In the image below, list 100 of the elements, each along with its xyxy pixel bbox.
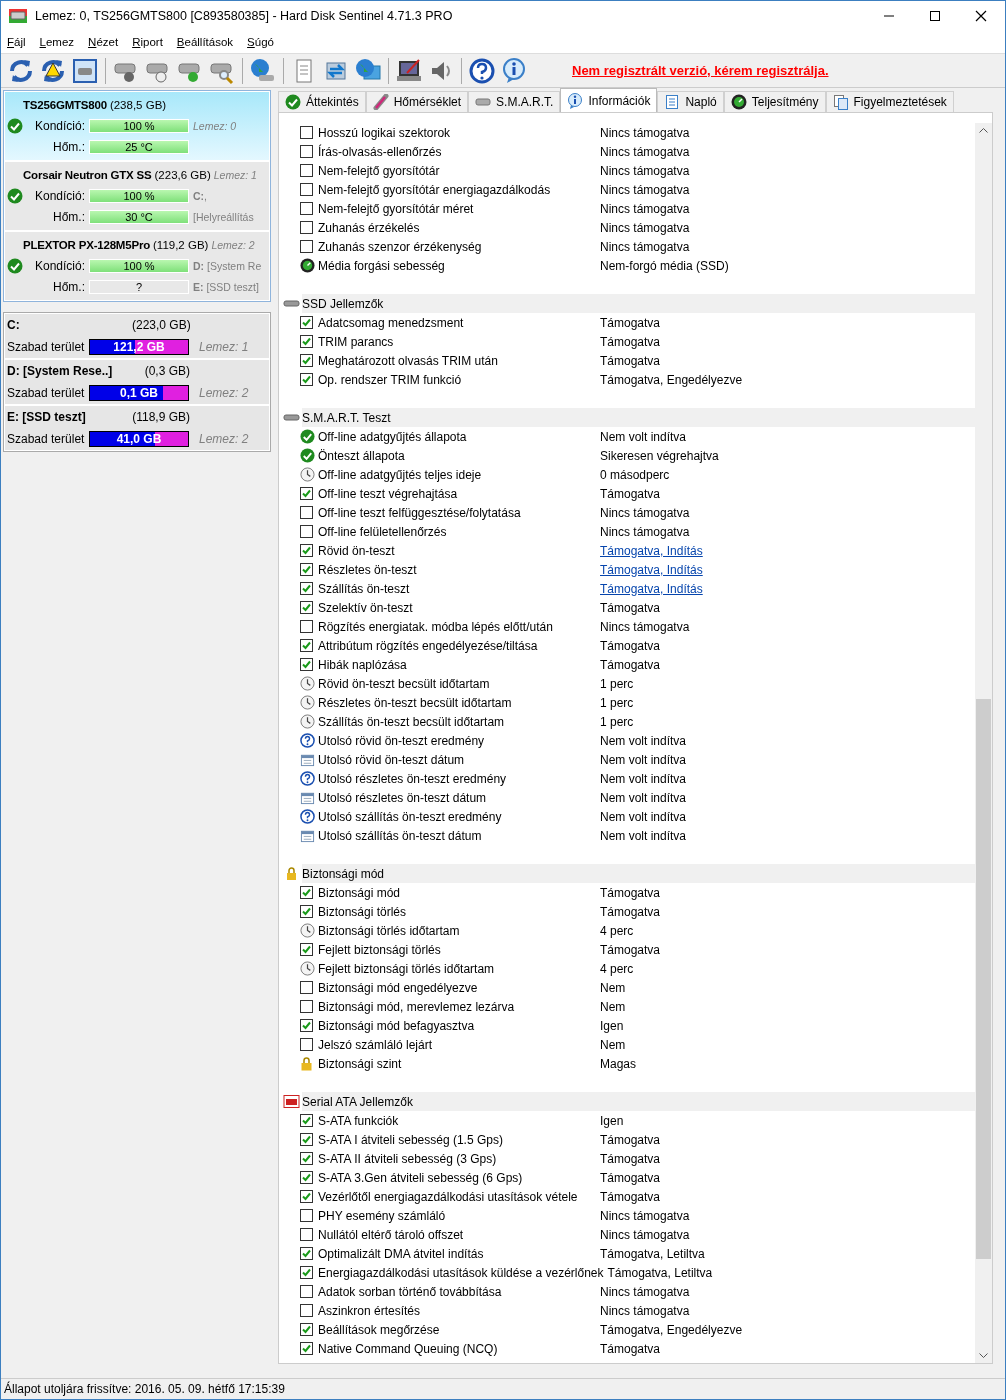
property-name: PHY esemény számláló [318, 1208, 447, 1223]
checkbox[interactable] [300, 1285, 313, 1298]
partition-size: (223,0 GB) [132, 317, 190, 332]
menu-item[interactable]: Riport [131, 36, 176, 48]
checkbox[interactable] [300, 335, 313, 348]
menu-item[interactable]: Lemez [38, 36, 88, 48]
test-link[interactable]: Támogatva, Indítás [600, 581, 703, 596]
checkbox[interactable] [300, 1000, 313, 1013]
disk-card[interactable]: Corsair Neutron GTX SS (223,6 GB) Lemez: 1 Kondíció: 100 % C:, Hőm.: 30 °C [Helyreállítás [5, 162, 269, 230]
checkbox[interactable] [300, 506, 313, 519]
maximize-icon[interactable] [929, 10, 941, 22]
clock-icon [300, 467, 315, 482]
test-link[interactable]: Támogatva, Indítás [600, 562, 703, 577]
tab[interactable]: Figyelmeztetések [825, 91, 954, 112]
checkbox[interactable] [300, 1152, 313, 1165]
checkbox[interactable] [300, 487, 313, 500]
partition-name: D: [System Rese..] [7, 363, 114, 378]
property-name: Attribútum rögzítés engedélyezése/tiltása [318, 638, 539, 653]
checkbox[interactable] [300, 183, 313, 196]
tab[interactable]: Hőmérséklet [365, 91, 469, 112]
help-icon [300, 733, 315, 748]
checkbox[interactable] [300, 1342, 313, 1355]
checkbox[interactable] [300, 202, 313, 215]
checkbox[interactable] [300, 1323, 313, 1336]
scroll-up-icon[interactable] [979, 127, 988, 133]
menu-item[interactable]: Beállítások [175, 36, 247, 48]
checkbox[interactable] [300, 145, 313, 158]
menu-item[interactable]: Nézet [87, 36, 132, 48]
tab[interactable]: S.M.A.R.T. [468, 91, 561, 112]
disk-card[interactable]: TS256GMTS800 (238,5 GB) Kondíció: 100 % Lemez: 0 Hőm.: 25 °C [5, 92, 269, 160]
checkbox[interactable] [300, 601, 313, 614]
checkbox[interactable] [300, 981, 313, 994]
property-value: Támogatva [600, 657, 661, 672]
property-value: Támogatva [600, 600, 661, 615]
property-name: Zuhanás érzékelés [318, 220, 421, 235]
checkbox[interactable] [300, 1304, 313, 1317]
test-link[interactable]: Támogatva, Indítás [600, 543, 703, 558]
partition-card[interactable]: D: [System Rese..] (0,3 GB) Szabad terület 0,1 GB Lemez: 2 [5, 360, 269, 404]
checkbox[interactable] [300, 1266, 313, 1279]
scrollbar-thumb[interactable] [976, 699, 991, 1259]
checkbox[interactable] [300, 1114, 313, 1127]
checkbox[interactable] [300, 1133, 313, 1146]
checkbox[interactable] [300, 620, 313, 633]
property-value: Támogatva [600, 638, 661, 653]
checkbox[interactable] [300, 563, 313, 576]
info-icon[interactable] [500, 56, 528, 85]
close-icon[interactable] [975, 10, 987, 22]
property-value: Nem [600, 1037, 626, 1052]
checkbox[interactable] [300, 943, 313, 956]
checkbox[interactable] [300, 164, 313, 177]
checkbox[interactable] [300, 240, 313, 253]
checkbox[interactable] [300, 1247, 313, 1260]
checkbox[interactable] [300, 639, 313, 652]
checkbox[interactable] [300, 354, 313, 367]
checkbox[interactable] [300, 1228, 313, 1241]
checkbox[interactable] [300, 905, 313, 918]
property-value: Nincs támogatva [600, 144, 690, 159]
tab[interactable]: Információk [560, 88, 658, 112]
tab[interactable]: Napló [657, 91, 724, 112]
drive-icon[interactable] [71, 56, 99, 85]
property-name: Szelektív ön-teszt [318, 600, 414, 615]
check-icon [285, 94, 301, 110]
checkbox[interactable] [300, 1209, 313, 1222]
checkbox[interactable] [300, 126, 313, 139]
section-header: S.M.A.R.T. Teszt [302, 408, 975, 427]
drive-icon [283, 411, 300, 424]
help-icon[interactable] [468, 56, 496, 85]
checkbox[interactable] [300, 1038, 313, 1051]
menu-item[interactable]: Fájl [6, 36, 39, 48]
temperature-label: Hőm.: [52, 210, 85, 224]
property-name: Biztonsági törlés időtartam [318, 923, 461, 938]
checkbox[interactable] [300, 886, 313, 899]
property-name: Vezérlőtől energiagazdálkodási utasítások vétele [318, 1189, 579, 1204]
property-name: Szállítás ön-teszt [318, 581, 411, 596]
checkbox[interactable] [300, 373, 313, 386]
condition-reading: 100 % [123, 120, 155, 132]
disk-side-text: C:, [193, 190, 208, 202]
tab[interactable]: Teljesítmény [723, 91, 826, 112]
checkbox[interactable] [300, 316, 313, 329]
checkbox[interactable] [300, 658, 313, 671]
tab[interactable]: Áttekintés [278, 91, 366, 112]
disk-card[interactable]: PLEXTOR PX-128M5Pro (119,2 GB) Lemez: 2 Kondíció: 100 % D: [System Re Hőm.: ? E: [SSD teszt] [5, 232, 269, 300]
register-link[interactable]: Nem regisztrált verzió, kérem regisztrálja. [572, 63, 829, 78]
checkbox[interactable] [300, 1190, 313, 1203]
checkbox[interactable] [300, 525, 313, 538]
checkbox[interactable] [300, 221, 313, 234]
property-value: 4 perc [600, 923, 634, 938]
menu-item[interactable]: Súgó [246, 36, 287, 48]
property-value: Támogatva, Letiltva [607, 1265, 713, 1280]
scroll-down-icon[interactable] [979, 1353, 988, 1359]
checkbox[interactable] [300, 1019, 313, 1032]
checkbox[interactable] [300, 1171, 313, 1184]
checkbox[interactable] [300, 544, 313, 557]
property-name: S-ATA funkciók [318, 1113, 400, 1128]
property-name: TRIM parancs [318, 334, 395, 349]
scrollbar[interactable] [975, 123, 992, 1363]
property-name: Biztonsági mód [318, 885, 402, 900]
partition-size: (118,9 GB) [132, 409, 190, 424]
disk-side-text: D: [System Re [193, 260, 263, 272]
checkbox[interactable] [300, 582, 313, 595]
